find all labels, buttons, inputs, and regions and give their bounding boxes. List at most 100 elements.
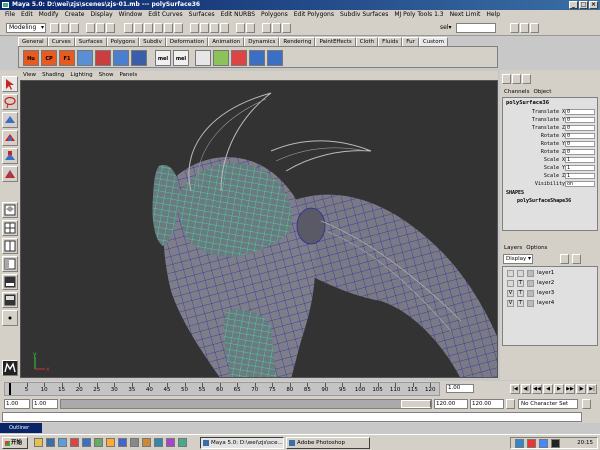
quick-launch-icon[interactable] <box>154 438 163 447</box>
tab-object[interactable]: Object <box>531 88 553 96</box>
tab-layers[interactable]: Layers <box>502 244 524 252</box>
rotate-tool-icon[interactable] <box>2 130 18 146</box>
pick-mask-icon[interactable] <box>134 23 143 33</box>
channel-row[interactable]: Rotate Y0 <box>503 140 597 148</box>
menu-help[interactable]: Help <box>483 10 503 20</box>
smooth-icon[interactable] <box>213 50 229 66</box>
tab-channels[interactable]: Channels <box>502 88 531 96</box>
layer-color-swatch[interactable] <box>527 270 534 277</box>
pick-mask-icon[interactable] <box>174 23 183 33</box>
channel-value-field[interactable]: 0 <box>565 133 595 139</box>
tray-icon[interactable] <box>551 439 560 448</box>
two-view-layout-icon[interactable] <box>2 238 18 254</box>
history-icon[interactable] <box>246 23 255 33</box>
maximize-button[interactable]: □ <box>579 1 588 9</box>
layer-visibility-toggle[interactable]: V <box>507 300 514 307</box>
f1-shelf-icon[interactable]: F1 <box>59 50 75 66</box>
current-frame-field[interactable]: 1.00 <box>446 384 474 393</box>
shelf-tab-dynamics[interactable]: Dynamics <box>244 37 280 46</box>
shelf-tab-subdiv[interactable]: Subdiv <box>139 37 166 46</box>
mel-script-icon[interactable]: mel <box>173 50 189 66</box>
channel-row[interactable]: Rotate Z0 <box>503 148 597 156</box>
play-forwards-button[interactable]: ▶ <box>554 384 564 394</box>
step-forward-frame-button[interactable]: ▶▶ <box>565 384 575 394</box>
shelf-tab-curves[interactable]: Curves <box>47 37 75 46</box>
panel-menu-show[interactable]: Show <box>96 71 117 80</box>
history-icon[interactable] <box>236 23 245 33</box>
shelf-tab-fur[interactable]: Fur <box>402 37 419 46</box>
menu-edit-curves[interactable]: Edit Curves <box>145 10 185 20</box>
go-to-start-button[interactable]: |◀ <box>510 384 520 394</box>
layer-row[interactable]: Tlayer2 <box>505 279 597 288</box>
menu-display[interactable]: Display <box>88 10 116 20</box>
layer-row[interactable]: V Tlayer3 <box>505 289 597 298</box>
animation-start-field[interactable]: 1.00 <box>4 399 30 409</box>
channel-row[interactable]: Rotate X0 <box>503 132 597 140</box>
cut-icon[interactable] <box>231 50 247 66</box>
shelf-tab-animation[interactable]: Animation <box>208 37 245 46</box>
shelf-tab-general[interactable]: General <box>18 37 48 46</box>
outliner-layout-icon[interactable] <box>2 256 18 272</box>
attribute-editor-toggle-icon[interactable] <box>522 74 531 84</box>
layer-row[interactable]: layer1 <box>505 269 597 278</box>
show-tool-settings-icon[interactable] <box>520 23 529 33</box>
layer-visibility-toggle[interactable]: V <box>507 290 514 297</box>
tray-icon[interactable] <box>515 439 524 448</box>
cp-shelf-icon[interactable]: CP <box>41 50 57 66</box>
channel-row[interactable]: Visibility on <box>503 180 597 188</box>
channel-value-field[interactable]: 0 <box>565 109 595 115</box>
snap-curve-icon[interactable] <box>200 23 209 33</box>
window-title-bar[interactable]: Maya 5.0: D:\wei\zjs\scenes\zjs-01.mb --… <box>0 0 600 10</box>
custom-layout-icon[interactable] <box>2 310 18 326</box>
layer-row[interactable]: V Tlayer4 <box>505 299 597 308</box>
channel-row[interactable]: Scale Z1 <box>503 172 597 180</box>
snap-view-plane-icon[interactable] <box>220 23 229 33</box>
quick-launch-icon[interactable] <box>178 438 187 447</box>
layer-color-swatch[interactable] <box>527 300 534 307</box>
channel-row[interactable]: Translate Z0 <box>503 124 597 132</box>
start-button[interactable]: 开始 <box>2 437 28 449</box>
quick-launch-icon[interactable] <box>142 438 151 447</box>
menu-mj-poly-tools[interactable]: MJ Poly Tools 1.3 <box>391 10 446 20</box>
quick-launch-icon[interactable] <box>94 438 103 447</box>
select-component-icon[interactable] <box>106 23 115 33</box>
layer-template-toggle[interactable]: T <box>517 290 524 297</box>
shelf-tab-fluids[interactable]: Fluids <box>378 37 403 46</box>
animation-end-field[interactable]: 120.00 <box>470 399 504 409</box>
character-set-dropdown[interactable]: No Character Set <box>518 399 578 409</box>
channel-box-toggle-icon[interactable] <box>502 74 511 84</box>
menu-file[interactable]: File <box>2 10 18 20</box>
select-hierarchy-icon[interactable] <box>86 23 95 33</box>
tray-icon[interactable] <box>527 439 536 448</box>
open-scene-icon[interactable] <box>60 23 69 33</box>
render-globals-icon[interactable] <box>282 23 291 33</box>
layer-display-dropdown[interactable]: Display <box>503 254 533 264</box>
channel-value-field[interactable]: 1 <box>565 173 595 179</box>
layer-template-toggle[interactable] <box>517 270 524 277</box>
new-layer-selected-icon[interactable] <box>572 254 581 264</box>
shelf-tab-polygons[interactable]: Polygons <box>106 37 140 46</box>
pick-mask-icon[interactable] <box>154 23 163 33</box>
menu-next-limit[interactable]: Next Limit <box>447 10 484 20</box>
menu-edit-nurbs[interactable]: Edit NURBS <box>218 10 258 20</box>
render-icon[interactable] <box>262 23 271 33</box>
new-scene-icon[interactable] <box>50 23 59 33</box>
tab-options[interactable]: Options <box>524 244 549 252</box>
panel-menu-panels[interactable]: Panels <box>116 71 140 80</box>
select-object-icon[interactable] <box>96 23 105 33</box>
menu-create[interactable]: Create <box>62 10 88 20</box>
channel-row[interactable]: Translate X0 <box>503 108 597 116</box>
hypershade-layout-icon[interactable] <box>2 292 18 308</box>
step-forward-key-button[interactable]: |▶ <box>576 384 586 394</box>
playback-end-field[interactable]: 120.00 <box>434 399 468 409</box>
shelf-tab-surfaces[interactable]: Surfaces <box>74 37 107 46</box>
shelf-tab-cloth[interactable]: Cloth <box>355 37 379 46</box>
menu-window[interactable]: Window <box>116 10 146 20</box>
paint-tool-icon[interactable] <box>267 50 283 66</box>
split-icon[interactable] <box>131 50 147 66</box>
poly-tool-icon[interactable] <box>77 50 93 66</box>
channel-value-field[interactable]: 1 <box>565 157 595 163</box>
select-tool-icon[interactable] <box>2 76 18 92</box>
menu-edit[interactable]: Edit <box>18 10 36 20</box>
shelf-tab-rendering[interactable]: Rendering <box>279 37 316 46</box>
